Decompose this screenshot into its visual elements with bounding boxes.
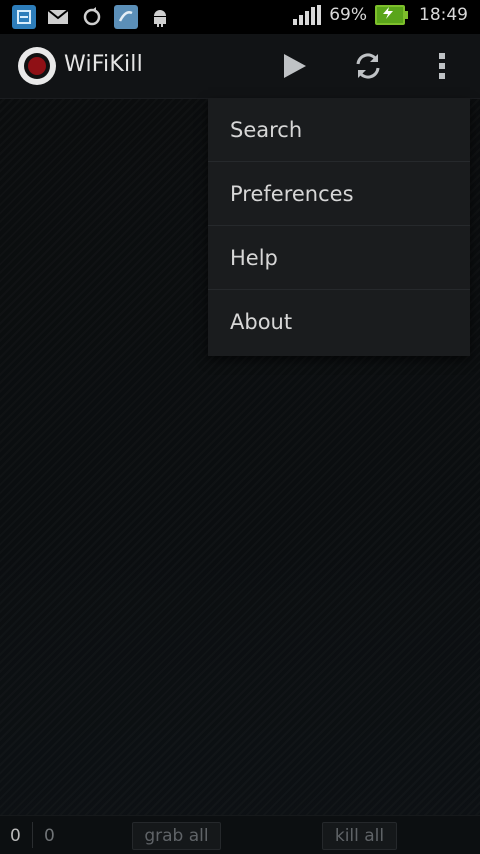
android-icon [148, 5, 172, 29]
battery-charging-icon [375, 5, 408, 25]
play-button[interactable] [278, 50, 310, 82]
menu-item-search[interactable]: Search [208, 98, 470, 162]
sim-icon [12, 5, 36, 29]
menu-item-label: Search [230, 117, 303, 142]
gallery-icon [114, 5, 138, 29]
refresh-icon [356, 53, 380, 79]
menu-item-label: Help [230, 245, 278, 270]
sync-icon [80, 5, 104, 29]
app-logo-icon[interactable] [18, 47, 56, 85]
menu-item-label: Preferences [230, 181, 354, 206]
count-divider [32, 822, 33, 848]
menu-item-label: About [230, 310, 293, 334]
count-total: 0 [44, 826, 55, 846]
overflow-menu-button[interactable] [432, 50, 452, 82]
menu-item-preferences[interactable]: Preferences [208, 162, 470, 226]
overflow-menu-icon [439, 53, 445, 79]
menu-item-help[interactable]: Help [208, 226, 470, 290]
app-title: WiFiKill [64, 52, 143, 77]
play-icon [284, 54, 306, 78]
bottom-bar: 0 0 grab all kill all [0, 815, 480, 854]
status-bar: 69% 18:49 [0, 0, 480, 34]
kill-all-button[interactable]: kill all [322, 822, 397, 850]
gmail-icon [46, 5, 70, 29]
grab-all-button[interactable]: grab all [132, 822, 221, 850]
battery-percent: 69% [329, 5, 367, 25]
overflow-menu: Search Preferences Help About [208, 98, 470, 356]
menu-item-about[interactable]: About [208, 290, 470, 354]
signal-icon [293, 5, 322, 25]
app-screen: 69% 18:49 WiFiKill Search Preferences He… [0, 0, 480, 854]
action-bar: WiFiKill [0, 34, 480, 99]
count-selected: 0 [10, 826, 21, 846]
refresh-button[interactable] [352, 50, 384, 82]
notification-icons [12, 5, 172, 29]
system-indicators: 69% 18:49 [293, 5, 468, 25]
clock: 18:49 [419, 5, 468, 25]
